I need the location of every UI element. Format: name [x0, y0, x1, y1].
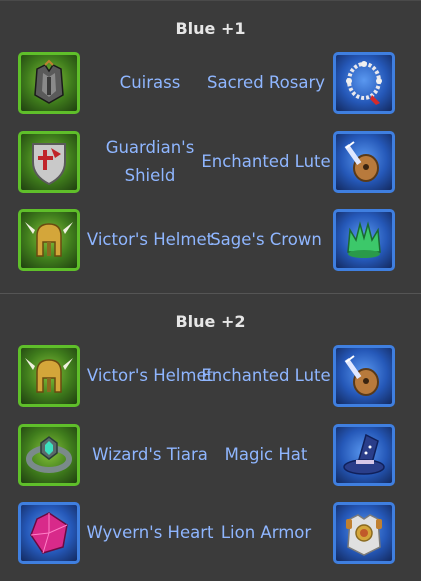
- lute-icon[interactable]: [333, 131, 395, 193]
- lute-icon[interactable]: [333, 345, 395, 407]
- item-name: Victor's Helmet: [86, 366, 214, 385]
- lion-armor-icon[interactable]: [333, 502, 395, 564]
- item-name: Wyvern's Heart: [86, 523, 214, 542]
- item-name: Enchanted Lute: [201, 152, 331, 171]
- helmet-icon[interactable]: [18, 345, 80, 407]
- section-blue-plus-1: Blue +1 Cuirass Sacred Rosary Guardian's…: [0, 0, 421, 293]
- item-row: Wizard's Tiara Magic Hat: [0, 420, 421, 490]
- shield-icon[interactable]: [18, 131, 80, 193]
- item-name: Guardian's Shield: [105, 138, 195, 185]
- section-title: Blue +2: [175, 312, 246, 331]
- item-row: Victor's Helmet Sage's Crown: [0, 205, 421, 275]
- item-row: Cuirass Sacred Rosary: [0, 48, 421, 118]
- item-row: Wyvern's Heart Lion Armor: [0, 498, 421, 568]
- item-name: Wizard's Tiara: [92, 445, 208, 464]
- rosary-icon[interactable]: [333, 52, 395, 114]
- helmet-icon[interactable]: [18, 209, 80, 271]
- item-name: Cuirass: [119, 73, 181, 92]
- item-name: Magic Hat: [224, 445, 308, 464]
- tiara-icon[interactable]: [18, 424, 80, 486]
- cuirass-icon[interactable]: [18, 52, 80, 114]
- wizard-hat-icon[interactable]: [333, 424, 395, 486]
- item-name: Sage's Crown: [210, 230, 322, 249]
- item-name: Sacred Rosary: [206, 73, 326, 92]
- item-name: Enchanted Lute: [201, 366, 331, 385]
- item-name: Victor's Helmet: [86, 230, 214, 249]
- crown-icon[interactable]: [333, 209, 395, 271]
- section-blue-plus-2: Blue +2 Victor's Helmet Enchanted Lute W…: [0, 293, 421, 581]
- section-title: Blue +1: [175, 19, 246, 38]
- item-row: Victor's Helmet Enchanted Lute: [0, 341, 421, 411]
- item-name: Lion Armor: [220, 523, 312, 542]
- gem-icon[interactable]: [18, 502, 80, 564]
- item-row: Guardian's Shield Enchanted Lute: [0, 127, 421, 197]
